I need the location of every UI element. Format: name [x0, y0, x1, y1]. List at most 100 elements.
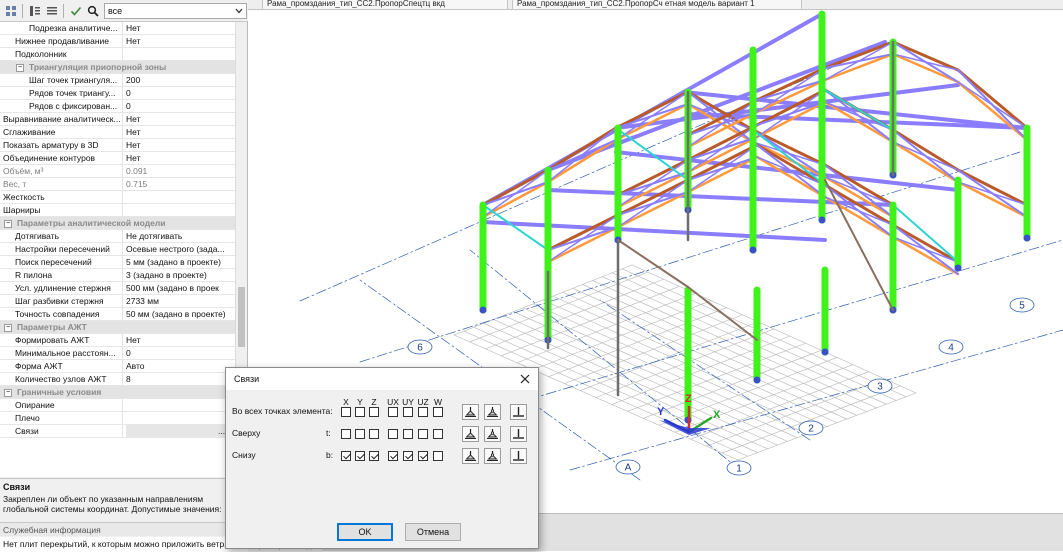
- property-value[interactable]: 500 мм (задано в проек: [126, 282, 234, 294]
- hinge-support-icon[interactable]: [484, 448, 501, 464]
- property-category[interactable]: − Параметры АЖТ: [0, 321, 235, 334]
- property-row[interactable]: Рядов с фиксирован... 0: [0, 100, 235, 113]
- property-value[interactable]: 2733 мм: [126, 295, 234, 307]
- property-row[interactable]: Вес, т 0.715: [0, 178, 235, 191]
- service-info-header[interactable]: Служебная информация: [0, 522, 248, 536]
- property-value[interactable]: Нет: [126, 126, 234, 138]
- property-value[interactable]: [126, 399, 234, 411]
- property-row[interactable]: Подрезка аналитиче... Нет: [0, 22, 235, 35]
- checkbox-x[interactable]: [341, 451, 351, 461]
- property-row[interactable]: Количество узлов АЖТ 8: [0, 373, 235, 386]
- categorized-icon[interactable]: [3, 3, 18, 18]
- hinge-support-icon[interactable]: [484, 404, 501, 420]
- property-row[interactable]: Шаг разбивки стержня 2733 мм: [0, 295, 235, 308]
- property-row[interactable]: Сглаживание Нет: [0, 126, 235, 139]
- pin-support-icon[interactable]: [462, 448, 479, 464]
- pin-support-icon[interactable]: [462, 404, 479, 420]
- checkbox-y[interactable]: [355, 451, 365, 461]
- close-icon[interactable]: [518, 372, 532, 386]
- search-icon[interactable]: [85, 3, 100, 18]
- property-row[interactable]: Объединение контуров Нет: [0, 152, 235, 165]
- property-value[interactable]: 0: [126, 100, 234, 112]
- property-value[interactable]: 5 мм (задано в проекте): [126, 256, 234, 268]
- checkbox-w[interactable]: [433, 407, 443, 417]
- fixed-support-icon[interactable]: [510, 404, 527, 420]
- property-value[interactable]: Не дотягивать: [126, 230, 234, 242]
- property-row[interactable]: Нижнее продавливание Нет: [0, 35, 235, 48]
- pin-support-icon[interactable]: [462, 426, 479, 442]
- property-row[interactable]: Жесткость: [0, 191, 235, 204]
- property-value[interactable]: 200: [126, 74, 234, 86]
- property-row[interactable]: Связи...: [0, 425, 235, 438]
- property-row[interactable]: Настройки пересечений Осевые нестрого (за…: [0, 243, 235, 256]
- property-value[interactable]: [126, 204, 234, 216]
- property-row[interactable]: Шарниры: [0, 204, 235, 217]
- property-value[interactable]: Нет: [126, 35, 234, 47]
- property-value[interactable]: Нет: [126, 113, 234, 125]
- property-row[interactable]: Объём, м³ 0.091: [0, 165, 235, 178]
- tab-calc-model[interactable]: Рама_промздания_тип_СС2.ПропорСч етная м…: [512, 0, 802, 10]
- fixed-support-icon[interactable]: [510, 426, 527, 442]
- property-value[interactable]: Осевые нестрого (зада...: [126, 243, 234, 255]
- checkbox-x[interactable]: [341, 407, 351, 417]
- property-row[interactable]: Усл. удлинение стержня 500 мм (задано в п…: [0, 282, 235, 295]
- collapse-icon[interactable]: −: [4, 220, 12, 228]
- list-view-icon[interactable]: [44, 3, 59, 18]
- property-value[interactable]: Нет: [126, 22, 234, 34]
- property-category[interactable]: − Параметры аналитической модели: [0, 217, 235, 230]
- property-value[interactable]: 0.091: [126, 165, 234, 177]
- property-value[interactable]: [126, 412, 234, 424]
- property-row[interactable]: Точность совпадения 50 мм (задано в проек…: [0, 308, 235, 321]
- property-row[interactable]: Формировать АЖТ Нет: [0, 334, 235, 347]
- filter-select[interactable]: все: [104, 2, 247, 19]
- hinge-support-icon[interactable]: [484, 426, 501, 442]
- fixed-support-icon[interactable]: [510, 448, 527, 464]
- property-value[interactable]: Нет: [126, 152, 234, 164]
- property-row[interactable]: Плечо: [0, 412, 235, 425]
- property-row[interactable]: Подколонник: [0, 48, 235, 61]
- checkbox-uy[interactable]: [403, 407, 413, 417]
- checkbox-uy[interactable]: [403, 429, 413, 439]
- checkbox-z[interactable]: [369, 451, 379, 461]
- property-row[interactable]: Дотягивать Не дотягивать: [0, 230, 235, 243]
- property-value[interactable]: 8: [126, 373, 234, 385]
- property-value[interactable]: Авто: [126, 360, 234, 372]
- property-value[interactable]: Нет: [126, 334, 234, 346]
- checkbox-uz[interactable]: [418, 429, 428, 439]
- property-category[interactable]: − Граничные условия: [0, 386, 235, 399]
- ok-button[interactable]: OK: [337, 523, 393, 541]
- collapse-icon[interactable]: −: [16, 64, 24, 72]
- checkbox-ux[interactable]: [388, 429, 398, 439]
- cancel-button[interactable]: Отмена: [405, 523, 461, 541]
- checkbox-uz[interactable]: [418, 451, 428, 461]
- property-value[interactable]: [126, 191, 234, 203]
- sort-list-icon[interactable]: [27, 3, 42, 18]
- property-row[interactable]: Шаг точек триангуля... 200: [0, 74, 235, 87]
- property-row[interactable]: Показать арматуру в 3D Нет: [0, 139, 235, 152]
- tab-frame-drawings[interactable]: Рама_промздания_тип_СС2.ПропорСпецтц вкд: [262, 0, 508, 10]
- property-row[interactable]: R пилона 3 (задано в проекте): [0, 269, 235, 282]
- property-row[interactable]: Выравнивание аналитическ... Нет: [0, 113, 235, 126]
- property-value[interactable]: 0: [126, 87, 234, 99]
- collapse-icon[interactable]: −: [4, 389, 12, 397]
- collapse-icon[interactable]: −: [4, 324, 12, 332]
- scrollbar-thumb[interactable]: [238, 287, 245, 347]
- property-row[interactable]: Минимальное расстоян... 0: [0, 347, 235, 360]
- checkbox-z[interactable]: [369, 429, 379, 439]
- checkbox-w[interactable]: [433, 429, 443, 439]
- property-value[interactable]: 50 мм (задано в проекте): [126, 308, 234, 320]
- property-value[interactable]: [126, 48, 234, 60]
- checkbox-uz[interactable]: [418, 407, 428, 417]
- property-value[interactable]: 0: [126, 347, 234, 359]
- checkbox-z[interactable]: [369, 407, 379, 417]
- property-value[interactable]: 3 (задано в проекте): [126, 269, 234, 281]
- checkbox-y[interactable]: [355, 407, 365, 417]
- checkbox-ux[interactable]: [388, 407, 398, 417]
- property-row[interactable]: Форма АЖТ Авто: [0, 360, 235, 373]
- property-row[interactable]: Рядов точек триангу... 0: [0, 87, 235, 100]
- checkbox-x[interactable]: [341, 429, 351, 439]
- property-row[interactable]: Поиск пересечений 5 мм (задано в проекте): [0, 256, 235, 269]
- apply-check-icon[interactable]: [68, 3, 83, 18]
- checkbox-ux[interactable]: [388, 451, 398, 461]
- property-value[interactable]: 0.715: [126, 178, 234, 190]
